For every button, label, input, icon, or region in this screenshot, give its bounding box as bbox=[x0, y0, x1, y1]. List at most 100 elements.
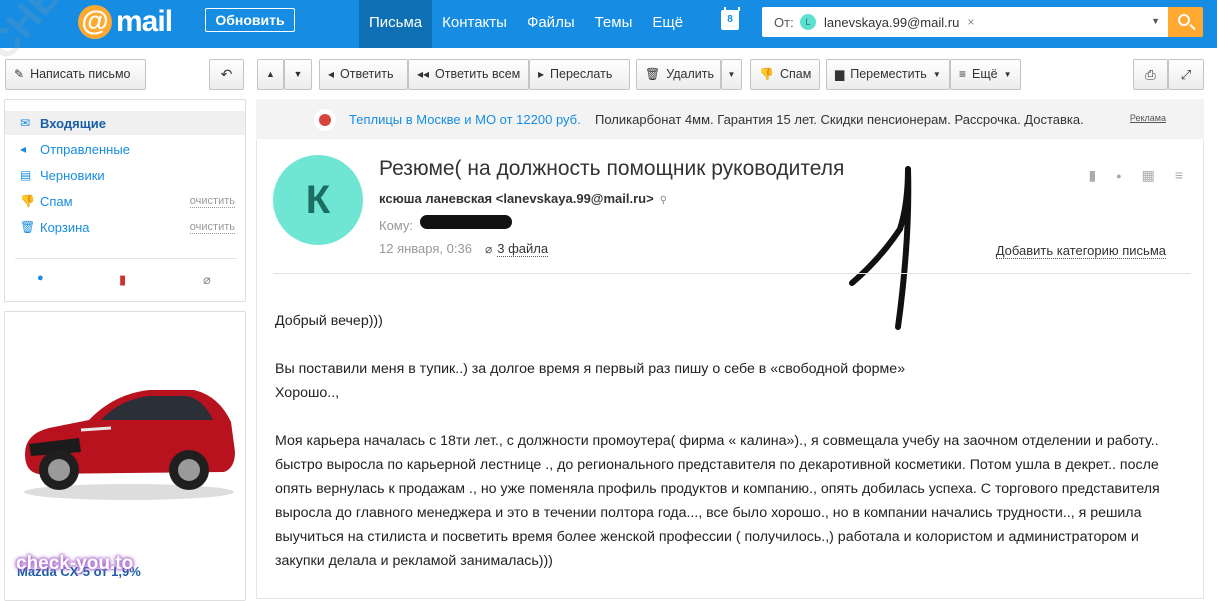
banner-link[interactable]: Теплицы в Москве и МО от 12200 руб. bbox=[349, 112, 581, 127]
nav-contacts[interactable]: Контакты bbox=[432, 0, 517, 48]
back-button[interactable]: ↶ bbox=[209, 59, 244, 90]
main-nav: Письма Контакты Файлы Темы Ещё bbox=[359, 0, 693, 48]
toolbar: ✎ Написать письмо ↶ ▲ ▼ ◂ Ответить ◂◂ От… bbox=[0, 59, 1217, 91]
more-button[interactable]: ≡ Ещё ▼ bbox=[950, 59, 1021, 90]
printer-icon: ⎙ bbox=[1145, 67, 1156, 82]
trash-icon: 🗑 bbox=[20, 220, 36, 234]
body-gap bbox=[275, 333, 1190, 357]
banner-ad-label[interactable]: Реклама bbox=[1130, 113, 1166, 123]
spam-button[interactable]: 👎 Спам bbox=[750, 59, 820, 90]
expand-button[interactable]: ⤢ bbox=[1168, 59, 1204, 90]
body-paragraph: Хорошо.., bbox=[275, 385, 340, 401]
search-from-label: От: bbox=[774, 15, 794, 30]
reply-all-icon: ◂◂ bbox=[417, 67, 430, 81]
add-category-link[interactable]: Добавить категорию письма bbox=[995, 243, 1166, 259]
next-message-button[interactable]: ▼ bbox=[284, 59, 312, 90]
nav-files[interactable]: Файлы bbox=[517, 0, 585, 48]
delete-dropdown-button[interactable]: ▼ bbox=[721, 59, 742, 90]
search-dropdown-icon[interactable]: ▼ bbox=[1151, 16, 1160, 26]
chip-remove-icon[interactable]: × bbox=[967, 15, 974, 29]
menu-icon: ≡ bbox=[959, 67, 967, 81]
sender-avatar[interactable]: К bbox=[273, 155, 363, 245]
unread-filter-icon[interactable]: ● bbox=[37, 272, 44, 284]
thumbs-down-icon: 👎 bbox=[20, 194, 35, 208]
sidebar-item-inbox[interactable]: ✉ Входящие bbox=[5, 111, 245, 135]
delete-label: Удалить bbox=[666, 67, 714, 81]
search-icon[interactable]: ⚲ bbox=[660, 195, 667, 206]
sidebar-divider bbox=[15, 258, 237, 259]
watermark-site-text: check-you.to bbox=[16, 553, 134, 574]
move-label: Переместить bbox=[850, 67, 927, 81]
message-from[interactable]: ксюша ланевская <lanevskaya.99@mail.ru> ⚲ bbox=[379, 191, 667, 206]
message-subject: Резюме( на должность помощник руководите… bbox=[379, 157, 845, 180]
folder-sidebar: ✉ Входящие ◂ Отправленные ▤ Черновики 👎 … bbox=[4, 99, 246, 302]
calendar-icon[interactable]: ▦ bbox=[1142, 167, 1155, 185]
sidebar-item-drafts[interactable]: ▤ Черновики bbox=[5, 163, 245, 187]
folder-label: Черновики bbox=[40, 167, 105, 183]
sent-arrow-icon: ◂ bbox=[20, 142, 27, 156]
compose-button[interactable]: ✎ Написать письмо bbox=[5, 59, 146, 90]
handwritten-mark bbox=[849, 166, 912, 330]
sender-name: ксюша ланевская <lanevskaya.99@mail.ru> bbox=[379, 191, 654, 206]
folder-icon: ▆ bbox=[835, 67, 845, 81]
message-to-label: Кому: bbox=[379, 218, 413, 233]
body-paragraph: Вы поставили меня в тупик..) за долгое в… bbox=[275, 361, 906, 377]
menu-icon[interactable]: ≡ bbox=[1175, 167, 1183, 185]
body-gap bbox=[275, 405, 1190, 429]
forward-button[interactable]: ▸ Переслать bbox=[529, 59, 630, 90]
folder-label: Спам bbox=[40, 193, 73, 209]
nav-more[interactable]: Ещё bbox=[642, 0, 693, 48]
mail-logo[interactable]: @ mail bbox=[78, 4, 173, 40]
unread-dot-icon[interactable]: ● bbox=[1116, 167, 1121, 185]
chip-avatar: L bbox=[800, 14, 816, 30]
move-button[interactable]: ▆ Переместить ▼ bbox=[826, 59, 950, 90]
chevron-down-icon: ▼ bbox=[932, 70, 941, 79]
chevron-down-icon: ▼ bbox=[1003, 70, 1012, 79]
reply-all-button[interactable]: ◂◂ Ответить всем bbox=[408, 59, 529, 90]
refresh-button[interactable]: Обновить bbox=[205, 8, 295, 32]
print-button[interactable]: ⎙ bbox=[1133, 59, 1168, 90]
prev-message-button[interactable]: ▲ bbox=[257, 59, 284, 90]
message-date: 12 января, 0:36 bbox=[379, 241, 472, 256]
trash-icon: 🗑 bbox=[645, 67, 661, 81]
reply-label: Ответить bbox=[340, 67, 394, 81]
top-header: @ mail Обновить Письма Контакты Файлы Те… bbox=[0, 0, 1217, 48]
reply-button[interactable]: ◂ Ответить bbox=[319, 59, 408, 90]
folder-label: Корзина bbox=[40, 219, 90, 235]
search-button[interactable] bbox=[1168, 7, 1203, 37]
nav-letters[interactable]: Письма bbox=[359, 0, 433, 48]
reply-icon: ◂ bbox=[328, 67, 335, 81]
pencil-icon: ✎ bbox=[14, 67, 25, 81]
search-input[interactable]: От: L lanevskaya.99@mail.ru × ▼ bbox=[762, 7, 1170, 37]
search-filter-chip[interactable]: L lanevskaya.99@mail.ru × bbox=[800, 13, 974, 31]
ad-banner[interactable]: Теплицы в Москве и МО от 12200 руб. Поли… bbox=[256, 99, 1204, 139]
message-view: К Резюме( на должность помощник руководи… bbox=[256, 139, 1204, 599]
calendar-icon[interactable]: 8 bbox=[721, 7, 740, 30]
car-image bbox=[24, 390, 235, 500]
clear-spam-link[interactable]: очистить bbox=[189, 195, 235, 208]
draft-icon: ▤ bbox=[20, 168, 32, 182]
flag-filter-icon[interactable]: ▮ bbox=[119, 272, 126, 288]
folder-label: Отправленные bbox=[40, 141, 130, 157]
undo-icon: ↶ bbox=[220, 66, 233, 82]
search-icon bbox=[1178, 14, 1190, 26]
delete-button[interactable]: 🗑 Удалить bbox=[636, 59, 721, 90]
header-separator bbox=[273, 273, 1191, 274]
banner-text: Поликарбонат 4мм. Гарантия 15 лет. Скидк… bbox=[595, 112, 1084, 127]
spam-label: Спам bbox=[779, 67, 812, 81]
sidebar-item-sent[interactable]: ◂ Отправленные bbox=[5, 137, 245, 161]
logo-at-icon: @ bbox=[78, 5, 112, 39]
clear-trash-link[interactable]: очистить bbox=[189, 221, 235, 234]
nav-themes[interactable]: Темы bbox=[585, 0, 643, 48]
body-paragraph: Моя карьера началась с 18ти лет., с долж… bbox=[275, 433, 1160, 569]
sidebar-item-spam[interactable]: 👎 Спам очистить bbox=[5, 189, 245, 213]
message-body: Добрый вечер))) Вы поставили меня в тупи… bbox=[275, 309, 1190, 573]
paperclip-icon: ⌀ bbox=[485, 242, 493, 256]
attachments-link[interactable]: ⌀ 3 файла bbox=[485, 241, 549, 257]
logo-text: mail bbox=[116, 5, 173, 38]
body-greeting: Добрый вечер))) bbox=[275, 313, 383, 329]
bookmark-icon[interactable]: ▮ bbox=[1088, 167, 1096, 185]
sidebar-item-trash[interactable]: 🗑 Корзина очистить bbox=[5, 215, 245, 239]
attachment-filter-icon[interactable]: ⌀ bbox=[203, 272, 211, 288]
more-label: Ещё bbox=[972, 67, 998, 81]
